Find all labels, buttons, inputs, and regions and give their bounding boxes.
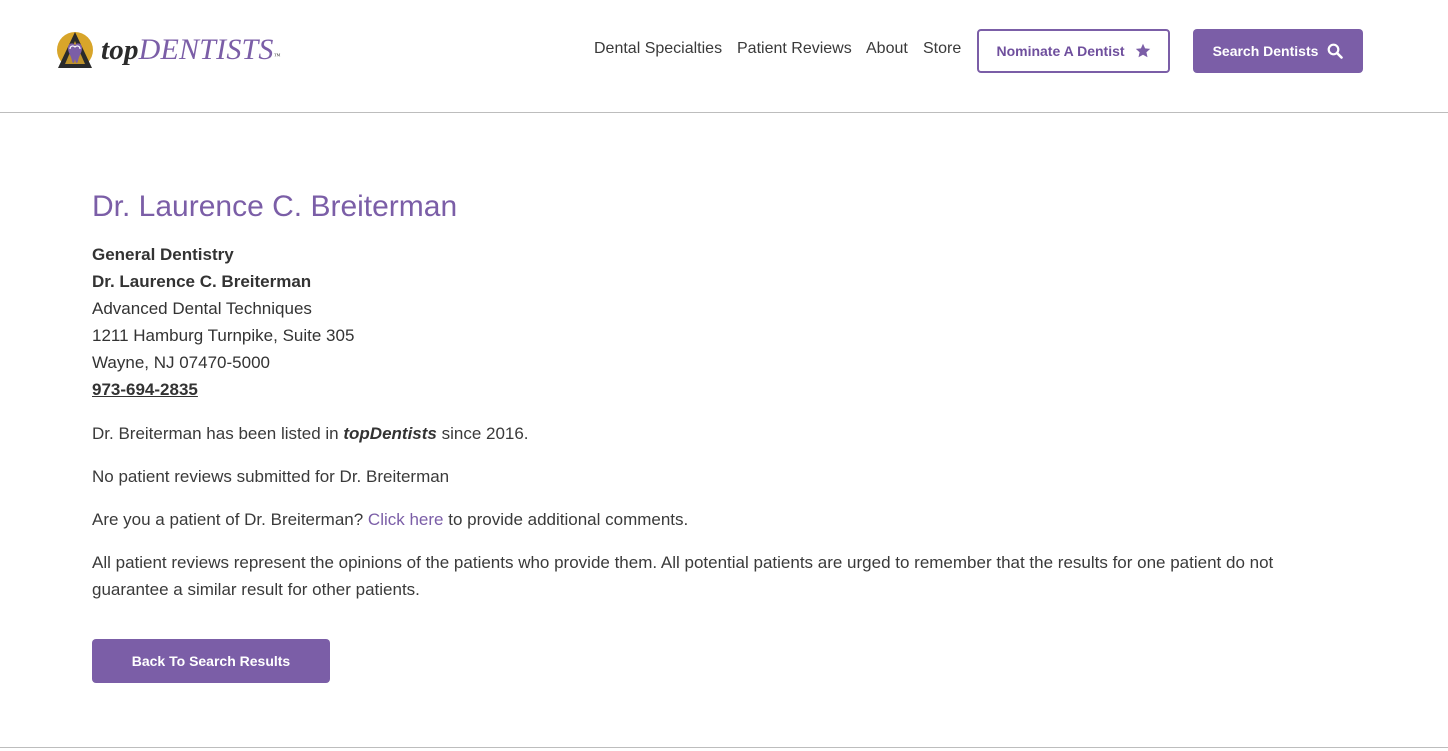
patient-prompt-prefix: Are you a patient of Dr. Breiterman? bbox=[92, 510, 368, 529]
site-logo[interactable]: topDENTISTS™ bbox=[53, 28, 281, 72]
no-reviews-text: No patient reviews submitted for Dr. Bre… bbox=[92, 467, 450, 486]
nav-patient-reviews[interactable]: Patient Reviews bbox=[737, 40, 852, 62]
patient-prompt-suffix: to provide additional comments. bbox=[443, 510, 689, 529]
back-to-search-results-button[interactable]: Back To Search Results bbox=[92, 639, 330, 683]
address-line-2: Wayne, NJ 07470-5000 bbox=[92, 353, 270, 372]
search-dentists-button[interactable]: Search Dentists bbox=[1193, 29, 1363, 73]
reviews-disclaimer: All patient reviews represent the opinio… bbox=[92, 553, 1274, 599]
nav-dental-specialties[interactable]: Dental Specialties bbox=[594, 40, 722, 62]
logo-wordmark: topDENTISTS™ bbox=[101, 28, 281, 72]
logo-top: top bbox=[101, 34, 139, 66]
listed-brand: topDentists bbox=[343, 424, 437, 443]
listed-since-text: Dr. Breiterman has been listed in topDen… bbox=[92, 420, 1292, 447]
click-here-link[interactable]: Click here bbox=[368, 510, 444, 529]
tooth-logo-icon bbox=[57, 32, 93, 68]
nominate-dentist-button[interactable]: Nominate A Dentist bbox=[977, 29, 1170, 73]
logo-trademark: ™ bbox=[273, 52, 281, 60]
nav-about[interactable]: About bbox=[866, 40, 908, 62]
patient-comment-prompt: Are you a patient of Dr. Breiterman? Cli… bbox=[92, 506, 1292, 533]
specialty: General Dentistry bbox=[92, 245, 234, 264]
search-icon bbox=[1328, 43, 1344, 59]
page-title: Dr. Laurence C. Breiterman bbox=[92, 190, 458, 223]
logo-dentists: DENTISTS bbox=[138, 33, 274, 66]
star-icon bbox=[1135, 43, 1150, 58]
phone-link[interactable]: 973-694-2835 bbox=[92, 380, 198, 399]
search-dentists-label: Search Dentists bbox=[1212, 43, 1319, 59]
doctor-name: Dr. Laurence C. Breiterman bbox=[92, 272, 312, 291]
listed-since-suffix: since 2016. bbox=[436, 424, 529, 443]
site-header: topDENTISTS™ Dental Specialties Patient … bbox=[0, 0, 1448, 113]
practice-name: Advanced Dental Techniques bbox=[92, 299, 312, 318]
nav-store[interactable]: Store bbox=[923, 40, 961, 62]
listed-since-prefix: Dr. Breiterman has been listed in bbox=[92, 424, 344, 443]
address-line-1: 1211 Hamburg Turnpike, Suite 305 bbox=[92, 326, 355, 345]
nominate-dentist-label: Nominate A Dentist bbox=[996, 43, 1125, 59]
footer-divider bbox=[0, 747, 1448, 748]
